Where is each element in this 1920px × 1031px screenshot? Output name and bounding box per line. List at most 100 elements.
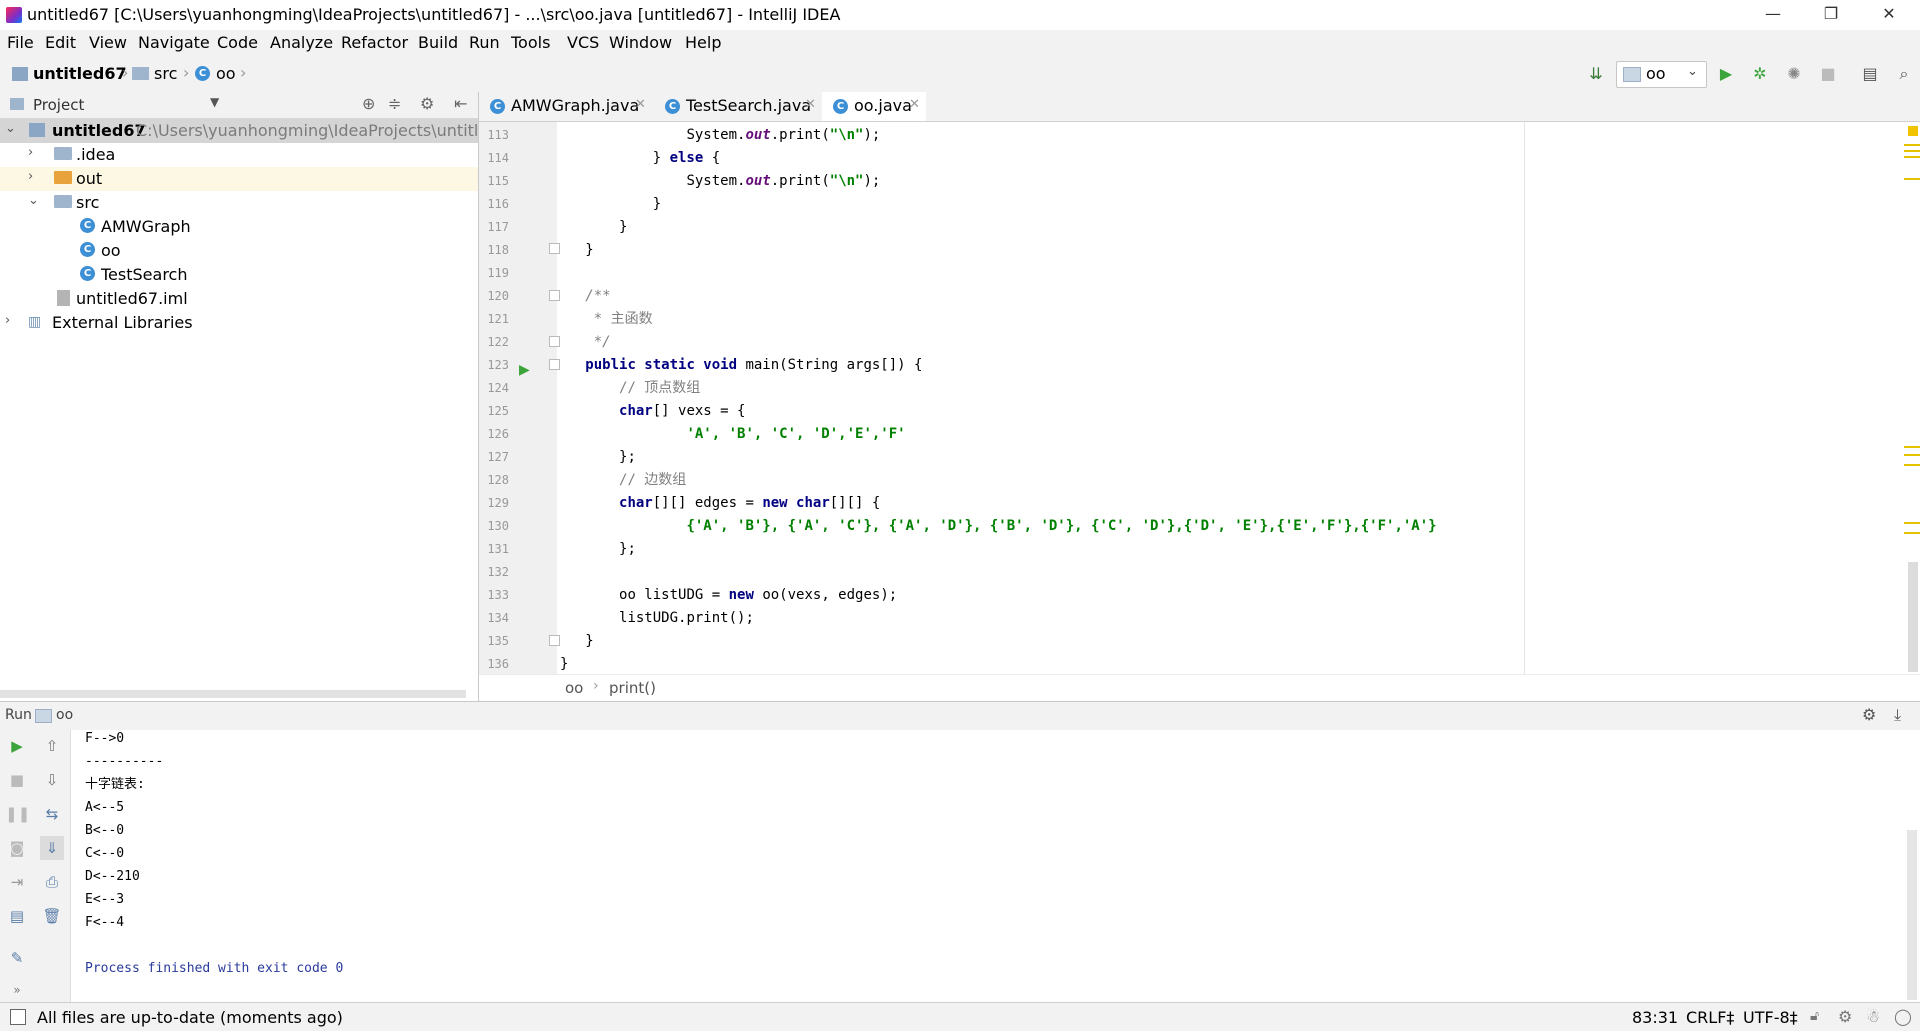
stripe-mark[interactable] bbox=[1904, 532, 1920, 534]
locate-icon[interactable]: ⊕ bbox=[362, 94, 375, 113]
menu-help[interactable]: Help bbox=[685, 33, 721, 52]
run-config-tab[interactable]: oo bbox=[56, 707, 73, 723]
menu-file[interactable]: File bbox=[7, 33, 34, 52]
fold-icon[interactable] bbox=[549, 290, 560, 301]
tree-item-src[interactable]: ⌄ src bbox=[0, 191, 478, 215]
close-tab-icon[interactable]: ✕ bbox=[635, 97, 646, 112]
tree-item-idea[interactable]: › .idea bbox=[0, 143, 478, 167]
hide-panel-icon[interactable]: ⤓ bbox=[1894, 705, 1901, 725]
stripe-mark[interactable] bbox=[1904, 522, 1920, 524]
git-icon[interactable]: ⚙ bbox=[1838, 1007, 1852, 1026]
soft-wrap-icon[interactable]: ⇆ bbox=[40, 802, 64, 826]
breadcrumb-src[interactable]: src bbox=[154, 64, 177, 83]
tree-item-amwgraph[interactable]: C AMWGraph bbox=[0, 215, 478, 239]
pin-icon[interactable]: ✎ bbox=[5, 946, 29, 970]
print-icon[interactable]: ⎙ bbox=[40, 870, 64, 894]
project-panel-title[interactable]: Project bbox=[33, 96, 84, 114]
run-icon[interactable]: ▶ bbox=[1716, 64, 1736, 84]
gear-icon[interactable]: ⚙ bbox=[1862, 705, 1876, 724]
inspector-icon[interactable]: ☃ bbox=[1866, 1007, 1880, 1026]
tab-testsearch[interactable]: C TestSearch.java ✕ bbox=[654, 92, 822, 120]
editor-breadcrumb-method[interactable]: print() bbox=[609, 679, 656, 697]
down-arrow-icon[interactable]: ⇩ bbox=[40, 768, 64, 792]
stripe-mark[interactable] bbox=[1904, 464, 1920, 466]
minimize-button[interactable]: — bbox=[1744, 0, 1802, 30]
scroll-to-end-icon[interactable]: ⇓ bbox=[40, 836, 64, 860]
stripe-mark[interactable] bbox=[1904, 156, 1920, 158]
stripe-mark[interactable] bbox=[1904, 446, 1920, 448]
run-gutter-icon[interactable]: ▶ bbox=[519, 362, 530, 378]
login-icon[interactable]: ⇥ bbox=[5, 870, 29, 894]
file-encoding[interactable]: UTF-8‡ bbox=[1743, 1008, 1798, 1027]
menu-edit[interactable]: Edit bbox=[45, 33, 76, 52]
build-icon[interactable]: ⇊ bbox=[1586, 64, 1606, 84]
chevron-right-icon[interactable]: › bbox=[28, 169, 33, 184]
menu-build[interactable]: Build bbox=[418, 33, 458, 52]
rerun-icon[interactable]: ▶ bbox=[5, 734, 29, 758]
event-log-icon[interactable]: ◯ bbox=[1894, 1007, 1912, 1026]
menu-code[interactable]: Code bbox=[217, 33, 258, 52]
console-output[interactable] bbox=[71, 730, 1920, 1002]
menu-view[interactable]: View bbox=[89, 33, 127, 52]
console-scrollbar[interactable] bbox=[1907, 830, 1917, 1000]
gear-icon[interactable]: ⚙ bbox=[420, 94, 434, 113]
menu-vcs[interactable]: VCS bbox=[567, 33, 599, 52]
hide-panel-icon[interactable]: ⇤ bbox=[454, 94, 467, 113]
breadcrumb-project[interactable]: untitled67 bbox=[33, 64, 127, 83]
stripe-mark[interactable] bbox=[1904, 150, 1920, 152]
tree-item-external-libraries[interactable]: › ▥ External Libraries bbox=[0, 311, 478, 335]
run-config-select[interactable]: oo ⌄ bbox=[1616, 61, 1707, 88]
stop-icon[interactable]: ■ bbox=[5, 768, 29, 792]
stripe-mark[interactable] bbox=[1904, 144, 1920, 146]
close-tab-icon[interactable]: ✕ bbox=[805, 97, 816, 112]
tab-amwgraph[interactable]: C AMWGraph.java ✕ bbox=[479, 92, 654, 120]
tree-item-testsearch[interactable]: C TestSearch bbox=[0, 263, 478, 287]
stripe-mark[interactable] bbox=[1904, 454, 1920, 456]
menu-refactor[interactable]: Refactor bbox=[341, 33, 408, 52]
horizontal-scrollbar[interactable] bbox=[0, 690, 466, 698]
editor-breadcrumb-class[interactable]: oo bbox=[565, 679, 583, 697]
trash-icon[interactable]: 🗑 bbox=[40, 904, 64, 928]
menu-tools[interactable]: Tools bbox=[511, 33, 550, 52]
project-structure-icon[interactable]: ▤ bbox=[1860, 64, 1880, 84]
line-separator[interactable]: CRLF‡ bbox=[1686, 1008, 1734, 1027]
lock-icon[interactable]: 🔓︎ bbox=[1810, 1008, 1819, 1024]
stripe-mark[interactable] bbox=[1904, 178, 1920, 180]
menu-window[interactable]: Window bbox=[609, 33, 672, 52]
error-stripe[interactable] bbox=[1887, 122, 1920, 674]
chevron-down-icon[interactable]: ⌄ bbox=[28, 193, 39, 208]
toggle-tool-windows-icon[interactable] bbox=[10, 1009, 26, 1025]
chevron-right-icon[interactable]: › bbox=[28, 145, 33, 160]
debug-icon[interactable]: ✲ bbox=[1750, 64, 1770, 84]
close-button[interactable]: ✕ bbox=[1860, 0, 1918, 30]
fold-icon[interactable] bbox=[549, 336, 560, 347]
tree-item-out[interactable]: › out bbox=[0, 167, 478, 191]
stop-icon[interactable]: ■ bbox=[1818, 64, 1838, 84]
tree-item-untitled67[interactable]: ⌄ untitled67 C:\Users\yuanhongming\IdeaP… bbox=[0, 119, 509, 143]
up-arrow-icon[interactable]: ⇧ bbox=[40, 734, 64, 758]
camera-icon[interactable]: ◙ bbox=[5, 836, 29, 860]
breadcrumb-oo[interactable]: oo bbox=[216, 64, 236, 83]
coverage-icon[interactable]: ✺ bbox=[1784, 64, 1804, 84]
fold-icon[interactable] bbox=[549, 635, 560, 646]
tree-item-iml[interactable]: untitled67.iml bbox=[0, 287, 478, 311]
close-tab-icon[interactable]: ✕ bbox=[909, 97, 920, 112]
menu-navigate[interactable]: Navigate bbox=[138, 33, 210, 52]
layout-icon[interactable]: ▤ bbox=[5, 904, 29, 928]
tree-item-oo[interactable]: C oo bbox=[0, 239, 478, 263]
dropdown-arrow-icon[interactable]: ▼ bbox=[210, 95, 219, 109]
warning-indicator-icon[interactable] bbox=[1908, 126, 1918, 136]
menu-analyze[interactable]: Analyze bbox=[270, 33, 333, 52]
fold-icon[interactable] bbox=[549, 359, 560, 370]
vertical-scrollbar-thumb[interactable] bbox=[1908, 562, 1918, 672]
menu-run[interactable]: Run bbox=[469, 33, 500, 52]
search-icon[interactable]: ⌕ bbox=[1894, 64, 1914, 84]
pause-icon[interactable]: ❚❚ bbox=[5, 802, 30, 826]
collapse-all-icon[interactable]: ≑ bbox=[388, 94, 401, 113]
chevron-right-icon[interactable]: › bbox=[5, 313, 10, 328]
more-icon[interactable]: » bbox=[5, 978, 29, 1002]
chevron-down-icon[interactable]: ⌄ bbox=[5, 121, 16, 136]
fold-icon[interactable] bbox=[549, 243, 560, 254]
tab-oo[interactable]: C oo.java ✕ bbox=[822, 92, 926, 121]
caret-position[interactable]: 83:31 bbox=[1632, 1008, 1678, 1027]
